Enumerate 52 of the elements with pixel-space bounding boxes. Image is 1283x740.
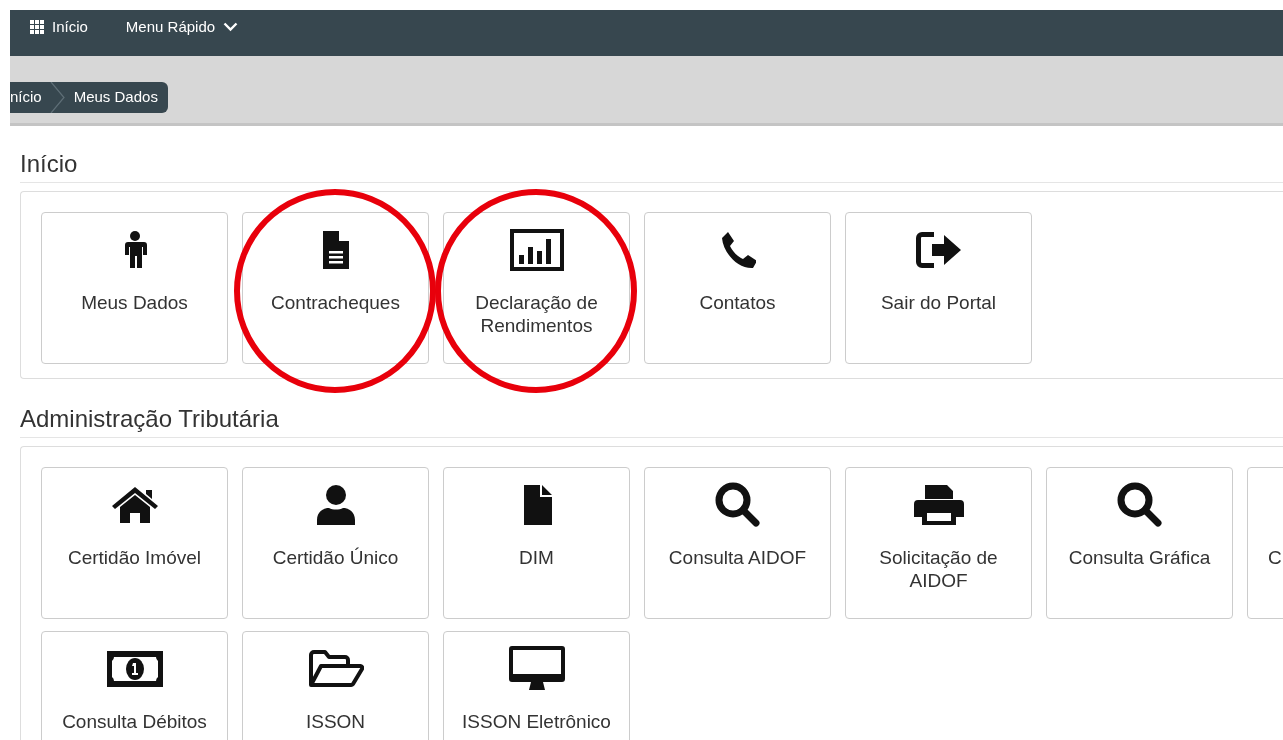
folder-icon (307, 649, 364, 689)
section-heading: Início (20, 150, 1283, 183)
tile-label: Consulta AIDOF (667, 546, 808, 569)
menu-tile[interactable]: Declaração de Rendimentos (443, 212, 630, 364)
section-heading: Administração Tributária (20, 405, 1283, 438)
house-icon (111, 487, 158, 523)
banknote-icon (106, 651, 163, 687)
breadcrumb-link[interactable]: Meus Dados (73, 86, 158, 109)
document-icon (320, 231, 351, 269)
menu-tile[interactable]: ISSON Eletrônico (443, 631, 630, 740)
tile-label: Certidão Imóvel (66, 546, 203, 569)
menu-tile[interactable]: Sair do Portal (845, 212, 1032, 364)
tile-label: ISSON (304, 710, 367, 733)
phone-icon (719, 231, 756, 269)
chevron-down-icon (223, 22, 239, 33)
menu-dropdown[interactable]: Menu Rápido (125, 16, 239, 39)
printer-icon (913, 485, 964, 525)
menu-tile[interactable]: Contracheques (242, 212, 429, 364)
tile-label: Contracheques (270, 291, 401, 314)
menu-tile[interactable]: Solicitação de AIDOF (845, 467, 1032, 619)
menu-tile[interactable]: DIM (443, 467, 630, 619)
tile-label: ISSON Eletrônico (461, 710, 612, 733)
tile-label: Sair do Portal (879, 291, 998, 314)
search-icon (713, 481, 762, 529)
tile-label: Declaração de Rendimentos (474, 291, 599, 337)
file-icon (521, 485, 552, 525)
menu-tile[interactable]: ISSON (242, 631, 429, 740)
sign-out-icon (915, 232, 962, 268)
tile-label: Meus Dados (80, 291, 189, 314)
menu-tile[interactable]: Certidão Imóvel (41, 467, 228, 619)
bar-chart-icon (509, 229, 564, 271)
menu-tile[interactable]: Consulta AIDOF (644, 467, 831, 619)
tile-label: Contatos (698, 291, 777, 314)
tile-label: Solicitação de AIDOF (878, 546, 999, 592)
menu-tile[interactable]: Contatos (644, 212, 831, 364)
tile-label: C (1267, 546, 1282, 569)
tile-label: Consulta Débitos (61, 710, 208, 733)
home-link[interactable]: Início (30, 16, 88, 39)
breadcrumb-link[interactable]: nício (10, 86, 42, 109)
user-icon (314, 485, 357, 525)
tile-label: Certidão Único (271, 546, 400, 569)
tile-label: Consulta Gráfica (1067, 546, 1212, 569)
menu-tile[interactable]: Consulta Débitos (41, 631, 228, 740)
monitor-icon (508, 646, 565, 692)
search-icon (1115, 481, 1164, 529)
menu-tile[interactable]: Certidão Único (242, 467, 429, 619)
menu-tile[interactable]: Consulta Gráfica (1046, 467, 1233, 619)
menu-tile[interactable]: C (1247, 467, 1283, 619)
grid-icon (30, 20, 44, 35)
tile-label: DIM (518, 546, 555, 569)
breadcrumb-separator-icon (49, 82, 66, 113)
menu-tile[interactable]: Meus Dados (41, 212, 228, 364)
